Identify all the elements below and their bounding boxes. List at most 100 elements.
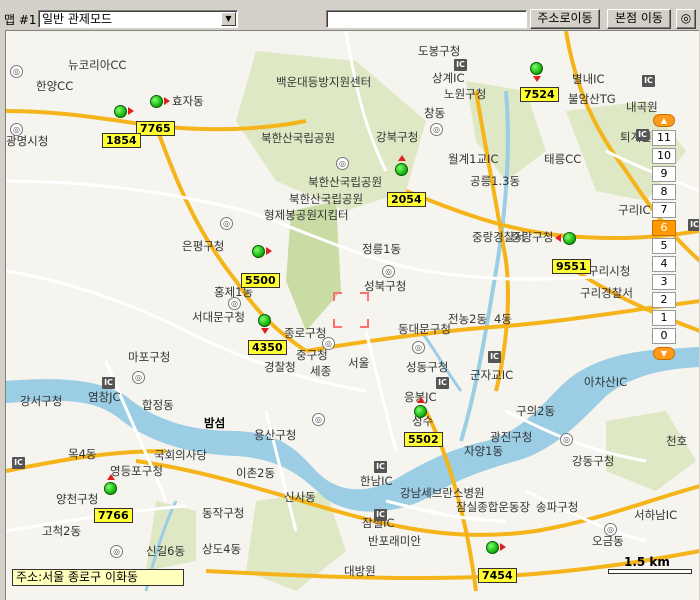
direction-icon <box>555 234 561 242</box>
vehicle-icon <box>252 245 265 258</box>
vehicle-1854-tag[interactable]: 1854 <box>102 133 141 148</box>
vehicle-icon <box>563 232 576 245</box>
label-gocheok: 고척2동 <box>42 524 82 538</box>
label-gyeongchal: 경찰청 <box>264 360 296 374</box>
poi-icon: ◎ <box>110 545 123 558</box>
label-gwangjin: 광진구청 <box>490 430 533 444</box>
label-ichon: 이촌2동 <box>236 466 276 480</box>
label-yeomchang: 염창JC <box>88 390 121 404</box>
label-taereung-cc: 태릉CC <box>544 152 582 166</box>
address-move-button[interactable]: 주소로이동 <box>530 9 600 29</box>
ic-marker-icon: IC <box>12 457 25 469</box>
vehicle-7524-marker[interactable] <box>530 62 558 82</box>
label-guui: 구의2동 <box>516 404 556 418</box>
poi-icon: ◎ <box>322 337 335 350</box>
mode-select[interactable]: 일반 관제모드 ▼ <box>38 10 238 28</box>
label-hannam: 한남IC <box>360 474 393 488</box>
label-gangbuk: 강북구청 <box>376 130 419 144</box>
zoom-level-11[interactable]: 11 <box>652 130 676 146</box>
poi-icon: ◎ <box>10 65 23 78</box>
center-crosshair-icon <box>333 292 369 328</box>
vehicle-5502-marker[interactable] <box>414 397 442 421</box>
label-banpo: 반포래미안 <box>368 534 421 548</box>
vehicle-1854-marker[interactable] <box>114 105 142 121</box>
label-yeongdeungpo: 영등포구청 <box>110 464 163 478</box>
label-gangnam-hospital: 강남세브란스병원 <box>400 486 485 500</box>
direction-icon <box>266 247 272 255</box>
zoom-out-arrow-icon[interactable]: ▼ <box>653 347 675 360</box>
poi-icon: ◎ <box>220 217 233 230</box>
vehicle-icon <box>530 62 543 75</box>
zoom-level-6[interactable]: 6 <box>652 220 676 236</box>
ic-marker-icon: IC <box>488 351 501 363</box>
vehicle-5500-tag[interactable]: 5500 <box>241 273 280 288</box>
vehicle-7454-tag[interactable]: 7454 <box>478 568 517 583</box>
vehicle-4350-tag[interactable]: 4350 <box>248 340 287 355</box>
label-newkorea-cc: 뉴코리아CC <box>68 58 127 72</box>
label-guri-police: 구리경찰서 <box>580 286 633 300</box>
label-songpa: 송파구청 <box>536 500 579 514</box>
zoom-level-2[interactable]: 2 <box>652 292 676 308</box>
vehicle-icon <box>104 482 117 495</box>
vehicle-icon <box>114 105 127 118</box>
label-national-assembly: 국회의사당 <box>154 448 207 462</box>
zoom-level-5[interactable]: 5 <box>652 238 676 254</box>
label-wolgye: 월계1교IC <box>448 152 499 166</box>
zoom-level-7[interactable]: 7 <box>652 202 676 218</box>
zoom-level-4[interactable]: 4 <box>652 256 676 272</box>
ic-marker-icon: IC <box>374 461 387 473</box>
vehicle-5502-tag[interactable]: 5502 <box>404 432 443 447</box>
label-dongjak: 동작구청 <box>202 506 245 520</box>
label-guri-ic: 구리IC <box>618 203 651 217</box>
settings-icon[interactable]: ◎ <box>676 9 696 29</box>
label-jamsil-complex: 잠실종합운동장 <box>456 500 531 514</box>
poi-icon: ◎ <box>336 157 349 170</box>
vehicle-icon <box>395 163 408 176</box>
zoom-level-8[interactable]: 8 <box>652 184 676 200</box>
vehicle-2054-marker[interactable] <box>395 155 423 179</box>
vehicle-9551-marker[interactable] <box>555 232 591 248</box>
ic-marker-icon: IC <box>688 219 699 231</box>
label-seongdong: 성동구청 <box>406 360 449 374</box>
vehicle-7524-tag[interactable]: 7524 <box>520 87 559 102</box>
label-gwangmyeong: 광명시청 <box>6 134 49 148</box>
vehicle-9551-tag[interactable]: 9551 <box>552 259 591 274</box>
vehicle-7766-marker[interactable] <box>104 474 132 498</box>
map-number-label: 맵 #1 <box>4 13 37 27</box>
branch-move-button[interactable]: 본점 이동 <box>607 9 671 29</box>
zoom-level-1[interactable]: 1 <box>652 310 676 326</box>
ic-marker-icon: IC <box>436 377 449 389</box>
map-canvas[interactable]: 뉴코리아CC 한양CC 도봉구청 상계IC 노원구청 백운대등방지원센터 효자동… <box>5 30 699 600</box>
zoom-in-arrow-icon[interactable]: ▲ <box>653 114 675 127</box>
vehicle-7765-tag[interactable]: 7765 <box>136 121 175 136</box>
ic-marker-icon: IC <box>642 75 655 87</box>
vehicle-4350-marker[interactable] <box>258 314 286 334</box>
label-daebang: 대방원 <box>344 564 376 578</box>
current-address: 주소:서울 종로구 이화동 <box>12 569 184 586</box>
zoom-level-0[interactable]: 0 <box>652 328 676 344</box>
direction-icon <box>128 107 134 115</box>
label-achasan: 아차산IC <box>584 375 628 389</box>
address-input[interactable] <box>326 10 527 28</box>
label-bulamsan: 불암산TG <box>568 92 616 106</box>
vehicle-7766-tag[interactable]: 7766 <box>94 508 133 523</box>
ic-marker-icon: IC <box>636 129 649 141</box>
chevron-down-icon[interactable]: ▼ <box>221 12 236 26</box>
direction-icon <box>533 76 541 82</box>
vehicle-2054-tag[interactable]: 2054 <box>387 192 426 207</box>
label-baekun: 백운대등방지원센터 <box>276 75 372 89</box>
zoom-level-9[interactable]: 9 <box>652 166 676 182</box>
label-seoul-st: 서울 <box>348 356 370 370</box>
label-sanggye: 상계IC <box>432 71 465 85</box>
zoom-level-3[interactable]: 3 <box>652 274 676 290</box>
mode-select-value: 일반 관제모드 <box>42 12 113 26</box>
label-yangcheon: 양천구청 <box>56 492 99 506</box>
label-byeolnae: 별내IC <box>572 72 605 86</box>
zoom-level-10[interactable]: 10 <box>652 148 676 164</box>
vehicle-7454-marker[interactable] <box>486 541 514 557</box>
vehicle-7765-marker[interactable] <box>150 95 178 111</box>
toolbar: 맵 #1 일반 관제모드 ▼ 주소로이동 본점 이동 ◎ <box>0 0 700 30</box>
label-mok4: 목4동 <box>68 447 97 461</box>
label-hanyang-cc: 한양CC <box>36 79 74 93</box>
vehicle-5500-marker[interactable] <box>252 245 280 261</box>
